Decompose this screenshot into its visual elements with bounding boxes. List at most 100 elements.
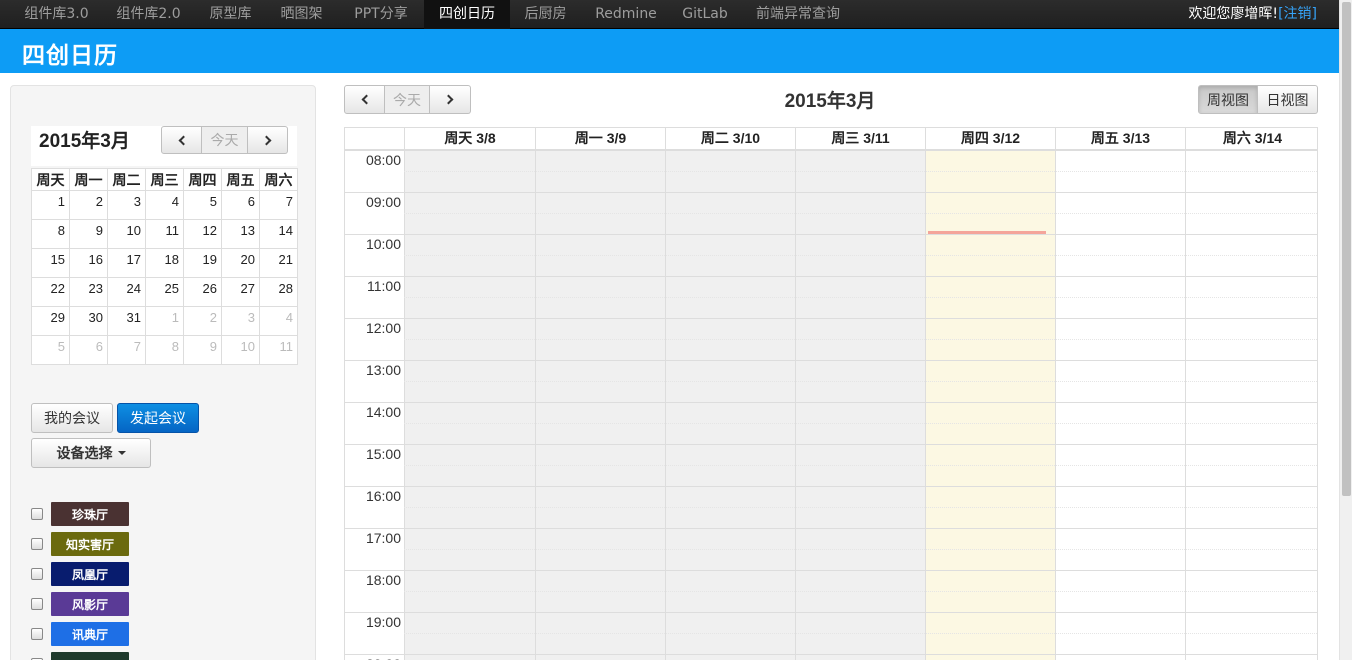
room-checkbox[interactable]	[31, 538, 43, 550]
device-select-dropdown[interactable]: 设备选择	[31, 438, 151, 468]
nav-item-prototypes[interactable]: 原型库	[197, 0, 264, 29]
mini-day[interactable]: 2	[69, 190, 108, 220]
mini-day-other-month[interactable]: 6	[69, 335, 108, 365]
day-column-tue[interactable]	[665, 150, 795, 660]
mini-day[interactable]: 12	[183, 219, 222, 249]
room-tag[interactable]	[51, 652, 129, 660]
next-week-button[interactable]	[430, 85, 471, 114]
mini-day-other-month[interactable]: 8	[145, 335, 184, 365]
current-time-indicator	[928, 231, 1046, 234]
mini-day[interactable]: 25	[145, 277, 184, 307]
view-switcher: 周视图 日视图	[1198, 85, 1318, 114]
mini-day[interactable]: 6	[221, 190, 260, 220]
room-item	[31, 652, 129, 660]
start-meeting-button[interactable]: 发起会议	[117, 403, 199, 433]
mini-prev-button[interactable]	[161, 126, 202, 154]
today-button[interactable]: 今天	[385, 85, 430, 114]
logout-link[interactable]: [注销]	[1278, 6, 1317, 22]
day-column-sun[interactable]	[404, 150, 535, 660]
mini-day[interactable]: 21	[259, 248, 298, 278]
day-column-fri[interactable]	[1055, 150, 1185, 660]
mini-today-button[interactable]: 今天	[202, 126, 248, 154]
room-tag[interactable]: 讯典厅	[51, 622, 129, 646]
nav-item-gitlab[interactable]: GitLab	[673, 0, 737, 29]
mini-weekday: 周五	[221, 168, 260, 191]
page-scrollbar[interactable]	[1339, 0, 1352, 660]
calendar-title: 2015年3月	[784, 91, 876, 112]
mini-day[interactable]: 28	[259, 277, 298, 307]
mini-day[interactable]: 31	[107, 306, 146, 336]
hour-line	[345, 402, 1317, 403]
day-view-button[interactable]: 日视图	[1258, 85, 1318, 114]
mini-day[interactable]: 20	[221, 248, 260, 278]
mini-day[interactable]: 5	[183, 190, 222, 220]
mini-day[interactable]: 23	[69, 277, 108, 307]
mini-next-button[interactable]	[248, 126, 288, 154]
hour-line	[345, 570, 1317, 571]
scrollbar-thumb[interactable]	[1342, 2, 1351, 496]
mini-day[interactable]: 7	[259, 190, 298, 220]
mini-day-other-month[interactable]: 10	[221, 335, 260, 365]
mini-calendar-nav: 今天	[161, 126, 288, 154]
mini-day[interactable]: 8	[31, 219, 70, 249]
week-grid: 周天 3/8 周一 3/9 周二 3/10 周三 3/11 周四 3/12 周五…	[344, 127, 1318, 660]
room-checkbox[interactable]	[31, 628, 43, 640]
mini-day[interactable]: 17	[107, 248, 146, 278]
room-tag[interactable]: 珍珠厅	[51, 502, 129, 526]
week-view-button[interactable]: 周视图	[1198, 85, 1258, 114]
prev-week-button[interactable]	[344, 85, 385, 114]
mini-weekday: 周六	[259, 168, 298, 191]
mini-day-other-month[interactable]: 2	[183, 306, 222, 336]
mini-day-other-month[interactable]: 4	[259, 306, 298, 336]
nav-item-components-3[interactable]: 组件库3.0	[13, 0, 100, 29]
mini-day[interactable]: 26	[183, 277, 222, 307]
mini-day[interactable]: 1	[31, 190, 70, 220]
time-label: 08:00	[365, 152, 401, 168]
mini-day[interactable]: 9	[69, 219, 108, 249]
mini-day[interactable]: 22	[31, 277, 70, 307]
nav-item-kitchen[interactable]: 后厨房	[512, 0, 579, 29]
time-label: 12:00	[365, 320, 401, 336]
mini-day-other-month[interactable]: 11	[259, 335, 298, 365]
room-checkbox[interactable]	[31, 568, 43, 580]
mini-day-other-month[interactable]: 9	[183, 335, 222, 365]
day-column-wed[interactable]	[795, 150, 925, 660]
room-item: 知实害厅	[31, 532, 129, 556]
room-tag[interactable]: 知实害厅	[51, 532, 129, 556]
room-checkbox[interactable]	[31, 598, 43, 610]
room-tag[interactable]: 风影厅	[51, 592, 129, 616]
mini-day[interactable]: 16	[69, 248, 108, 278]
nav-item-error-query[interactable]: 前端异常查询	[741, 0, 855, 29]
mini-day[interactable]: 18	[145, 248, 184, 278]
day-column-thu-today[interactable]	[925, 150, 1055, 660]
mini-day-other-month[interactable]: 3	[221, 306, 260, 336]
mini-day[interactable]: 29	[31, 306, 70, 336]
my-meetings-button[interactable]: 我的会议	[31, 403, 113, 433]
day-column-mon[interactable]	[535, 150, 665, 660]
mini-day[interactable]: 15	[31, 248, 70, 278]
mini-day[interactable]: 10	[107, 219, 146, 249]
mini-week-row: 1234567	[31, 190, 298, 220]
room-tag[interactable]: 凤凰厅	[51, 562, 129, 586]
mini-day[interactable]: 4	[145, 190, 184, 220]
mini-day[interactable]: 19	[183, 248, 222, 278]
day-column-sat[interactable]	[1185, 150, 1317, 660]
mini-day-other-month[interactable]: 5	[31, 335, 70, 365]
mini-day[interactable]: 24	[107, 277, 146, 307]
mini-day[interactable]: 3	[107, 190, 146, 220]
nav-item-design-board[interactable]: 晒图架	[268, 0, 335, 29]
mini-day[interactable]: 11	[145, 219, 184, 249]
mini-weekday: 周四	[183, 168, 222, 191]
mini-day[interactable]: 27	[221, 277, 260, 307]
mini-week-row: 29 30 31 1 2 3 4	[31, 306, 298, 336]
room-checkbox[interactable]	[31, 508, 43, 520]
nav-item-components-2[interactable]: 组件库2.0	[104, 0, 193, 29]
mini-day-other-month[interactable]: 7	[107, 335, 146, 365]
nav-item-redmine[interactable]: Redmine	[583, 0, 669, 29]
nav-item-ppt-share[interactable]: PPT分享	[339, 0, 423, 29]
mini-day[interactable]: 13	[221, 219, 260, 249]
mini-day[interactable]: 30	[69, 306, 108, 336]
nav-item-calendar[interactable]: 四创日历	[424, 0, 510, 29]
mini-day-other-month[interactable]: 1	[145, 306, 184, 336]
mini-day[interactable]: 14	[259, 219, 298, 249]
